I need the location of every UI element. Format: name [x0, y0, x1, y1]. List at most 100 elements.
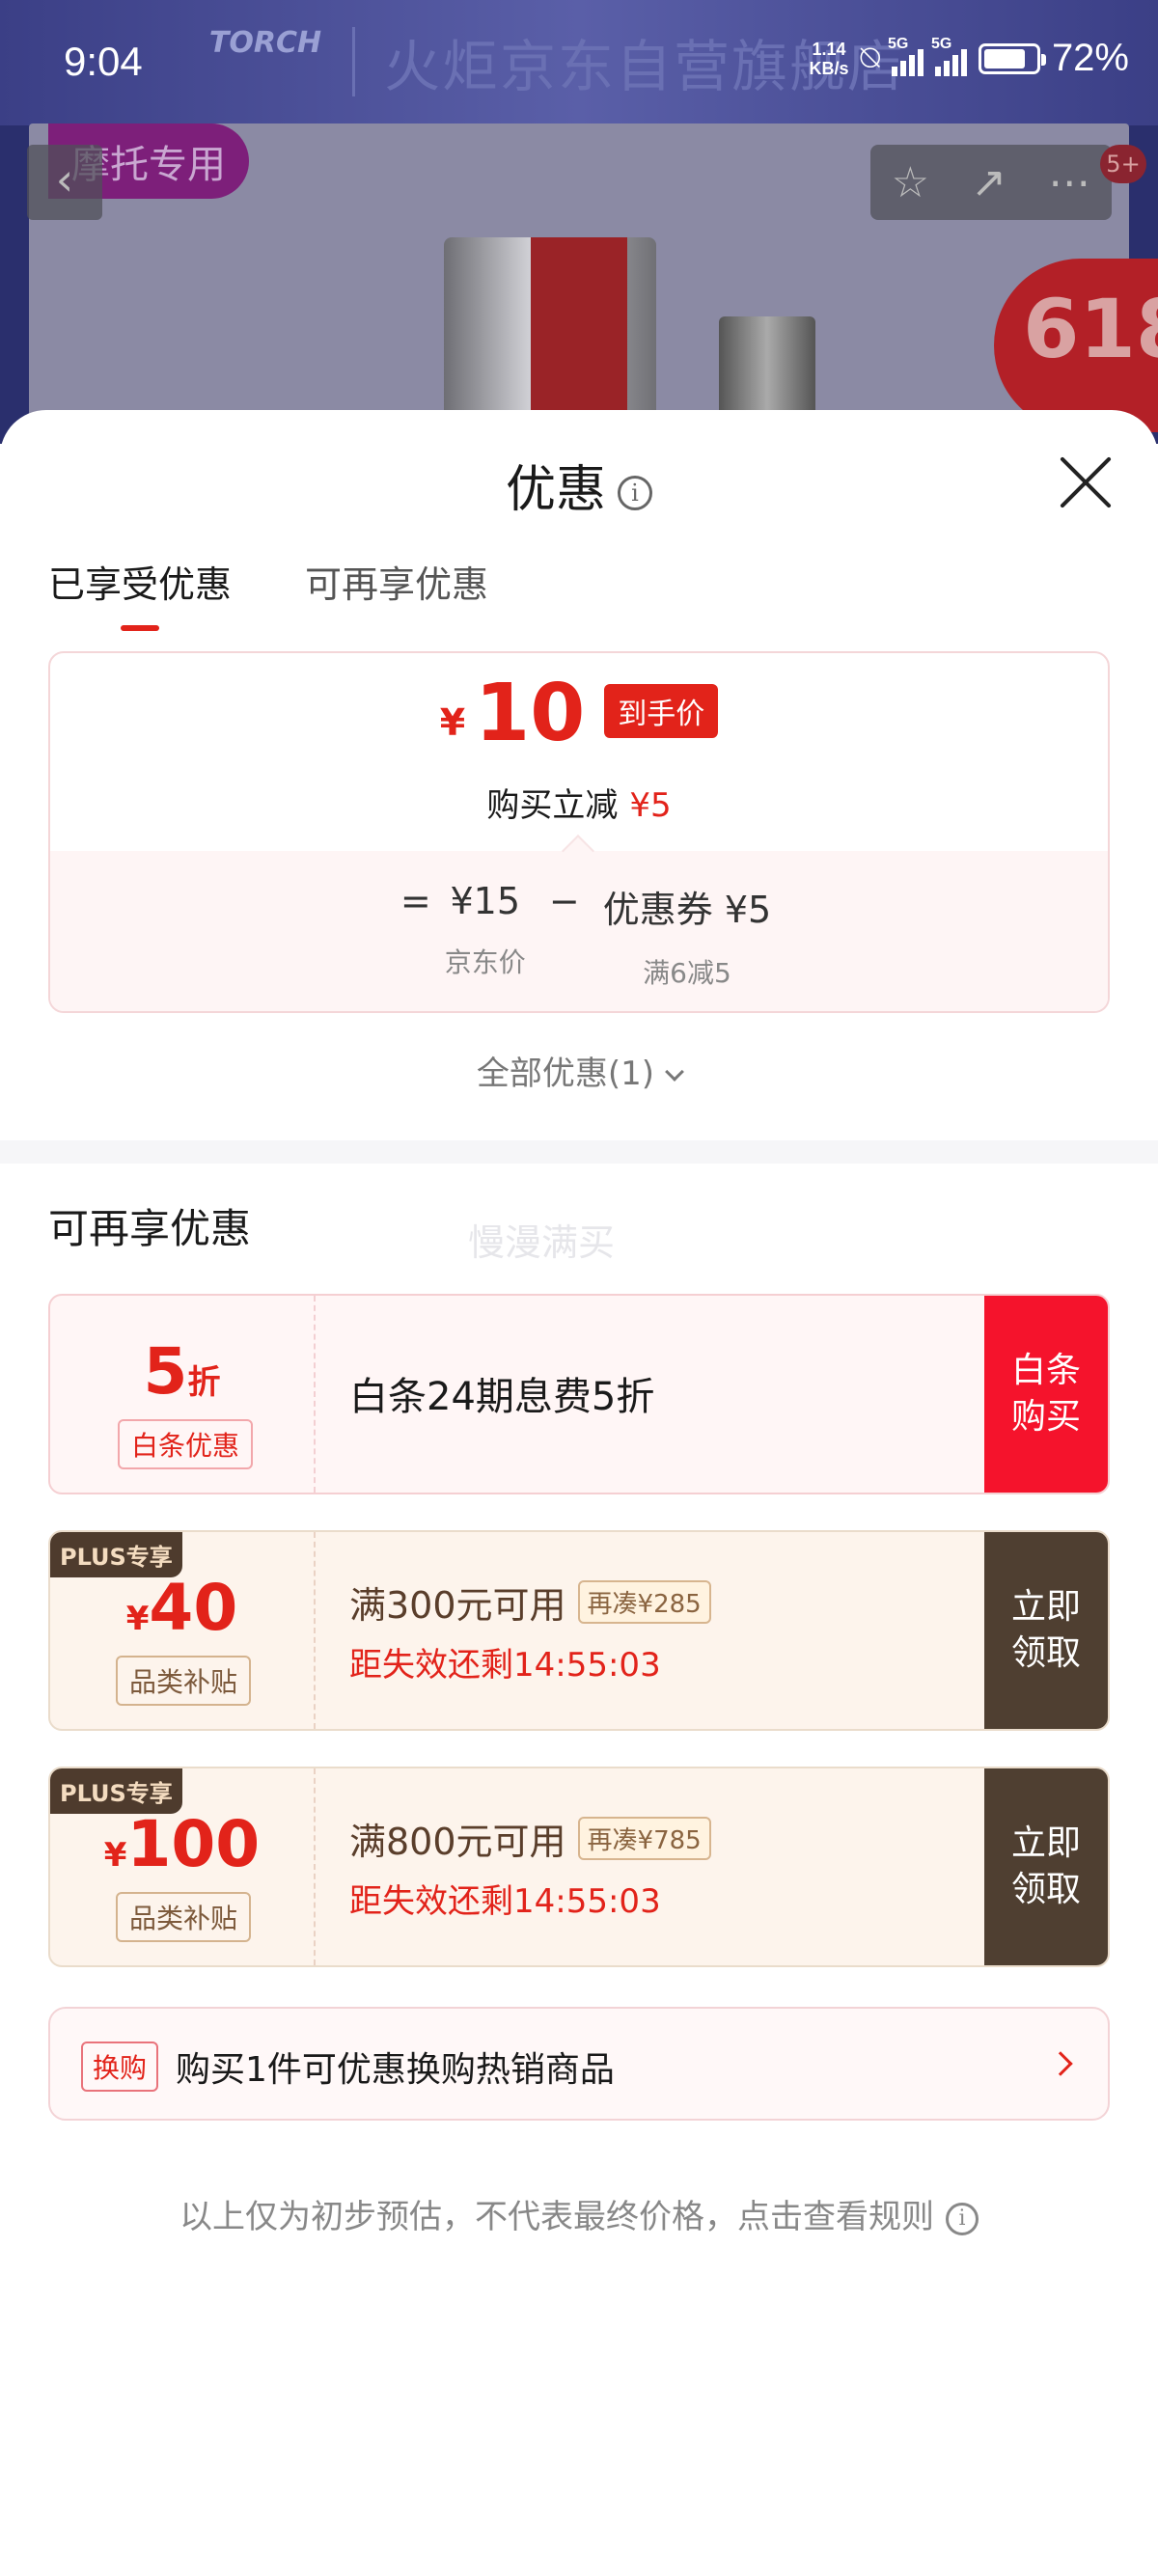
- final-price-line: ¥ 10 到手价: [50, 672, 1108, 755]
- footnote-text: 以上仅为初步预估，不代表最终价格，点击查看规则: [179, 2198, 934, 2236]
- network-speed-value: 1.14: [812, 39, 846, 59]
- button-label-line2: 领取: [1010, 1633, 1081, 1673]
- chevron-right-icon: [1048, 2051, 1073, 2076]
- exchange-text: 购买1件可优惠换购热销商品: [176, 2050, 615, 2090]
- coupon-amount-number: 100: [126, 1807, 261, 1881]
- final-price: 10: [475, 668, 586, 759]
- coupon-condition: 满800元可用: [349, 1821, 566, 1863]
- coupon-type-pill: 品类补贴: [116, 1656, 252, 1706]
- discount-sheet: 优惠 i 已享受优惠 可再享优惠 ¥ 10 到手价 购买立减 ¥5 = ¥15 京东…: [0, 410, 1158, 2576]
- close-icon[interactable]: [1057, 453, 1115, 511]
- share-icon[interactable]: ↗: [971, 158, 1006, 207]
- claim-coupon-button[interactable]: 立即 领取: [984, 1768, 1108, 1965]
- button-label-line1: 白条: [1010, 1351, 1081, 1390]
- coupon-card-plus-40: PLUS专享 ¥40 品类补贴 满300元可用 再凑¥285 距失效还剩14:5…: [48, 1530, 1110, 1731]
- back-button[interactable]: ‹: [27, 145, 102, 220]
- final-price-tag: 到手价: [604, 684, 719, 738]
- jd-price-caption: 京东价: [444, 946, 526, 978]
- coupon-amount: ¥40: [50, 1571, 314, 1645]
- all-promos-toggle[interactable]: 全部优惠(1): [0, 1047, 1158, 1094]
- status-time: 9:04: [64, 39, 143, 84]
- spark-plug-box-image: [444, 237, 656, 430]
- chevron-left-icon: ‹: [55, 153, 74, 206]
- status-icons: 1.14 KB/s ⍉ 5G 5G 72%: [810, 36, 1129, 80]
- tab-more-available[interactable]: 可再享优惠: [305, 555, 488, 631]
- coupon-card-baitiao: 5折 白条优惠 白条24期息费5折 白条 购买: [48, 1294, 1110, 1494]
- coupon-amount: 5折: [50, 1334, 314, 1409]
- coupon-type-pill: 品类补贴: [116, 1892, 252, 1942]
- coupon-need-more: 再凑¥285: [577, 1580, 711, 1624]
- signal-type-label: 5G: [887, 35, 909, 52]
- price-formula: = ¥15 京东价 − 优惠券 ¥5 满6减5: [50, 880, 1108, 991]
- equals-sign: =: [400, 880, 431, 922]
- sheet-title: 优惠 i: [0, 449, 1158, 521]
- coupon-countdown: 距失效还剩14:55:03: [349, 1882, 661, 1921]
- coupon-amount: 优惠券 ¥5: [602, 889, 772, 931]
- tab-enjoyed[interactable]: 已享受优惠: [48, 555, 232, 631]
- currency-symbol: ¥: [439, 701, 466, 744]
- coupon-condition-line: 满300元可用 再凑¥285: [349, 1576, 711, 1629]
- signal-type-label: 5G: [930, 35, 952, 52]
- jd-price: ¥15: [450, 880, 521, 922]
- discount-tabs: 已享受优惠 可再享优惠: [48, 555, 488, 631]
- coupon-info: 满300元可用 再凑¥285 距失效还剩14:55:03: [349, 1532, 986, 1729]
- button-label-line1: 立即: [1010, 1823, 1081, 1863]
- discount-summary: 购买立减 ¥5: [50, 779, 1108, 826]
- rules-footnote[interactable]: 以上仅为初步预估，不代表最终价格，点击查看规则 i: [0, 2190, 1158, 2237]
- button-label-line1: 立即: [1010, 1587, 1081, 1627]
- coupon-type-pill: 白条优惠: [118, 1419, 254, 1469]
- button-label-line2: 领取: [1010, 1870, 1081, 1909]
- top-toolbar: ☆ ↗ ⋯: [870, 145, 1112, 220]
- section-divider: [0, 1140, 1158, 1164]
- all-promos-label: 全部优惠(1): [476, 1055, 655, 1093]
- coupon-currency: ¥: [125, 1600, 150, 1638]
- baitiao-buy-button[interactable]: 白条 购买: [984, 1296, 1108, 1493]
- network-speed-unit: KB/s: [809, 58, 849, 78]
- alarm-off-icon: ⍉: [860, 40, 880, 76]
- watermark: 慢漫满买: [468, 1221, 616, 1264]
- coupon-description: 白条24期息费5折: [349, 1375, 655, 1419]
- info-icon[interactable]: i: [618, 476, 652, 510]
- coupon-info: 满800元可用 再凑¥785 距失效还剩14:55:03: [349, 1768, 986, 1965]
- coupon-amount: ¥100: [50, 1807, 314, 1881]
- coupon-value: 5折 白条优惠: [50, 1296, 316, 1493]
- coupon-col: 优惠券 ¥5 满6减5: [603, 880, 771, 991]
- chevron-down-icon: [665, 1062, 684, 1082]
- coupon-value: ¥40 品类补贴: [50, 1532, 316, 1729]
- discount-amount: ¥5: [629, 786, 672, 825]
- coupon-need-more: 再凑¥785: [577, 1817, 711, 1860]
- coupon-amount-number: 40: [149, 1571, 238, 1645]
- exchange-tag: 换购: [81, 2042, 159, 2092]
- coupon-caption: 满6减5: [643, 957, 731, 989]
- coupon-info: 白条24期息费5折: [349, 1296, 986, 1493]
- price-summary-card: ¥ 10 到手价 购买立减 ¥5 = ¥15 京东价 − 优惠券 ¥5 满6减5: [48, 651, 1110, 1013]
- coupon-amount-number: 5: [143, 1334, 188, 1409]
- signal-icon: 5G: [931, 36, 967, 76]
- coupon-currency: ¥: [103, 1836, 127, 1875]
- status-bar: 9:04 1.14 KB/s ⍉ 5G 5G 72%: [0, 0, 1158, 125]
- minus-sign: −: [548, 880, 580, 922]
- notification-badge: 5+: [1100, 145, 1146, 183]
- exchange-offer-row[interactable]: 换购 购买1件可优惠换购热销商品: [48, 2007, 1110, 2121]
- section-title: 可再享优惠: [48, 1205, 252, 1252]
- network-speed: 1.14 KB/s: [810, 40, 849, 78]
- final-price-area: ¥ 10 到手价 购买立减 ¥5: [50, 653, 1108, 851]
- coupon-condition-line: 满800元可用 再凑¥785: [349, 1812, 711, 1865]
- price-breakdown: = ¥15 京东价 − 优惠券 ¥5 满6减5: [50, 851, 1108, 1011]
- discount-label: 购买立减: [486, 786, 619, 825]
- coupon-amount-unit: 折: [187, 1363, 221, 1402]
- battery-percent: 72%: [1051, 37, 1129, 79]
- battery-icon: [978, 42, 1046, 74]
- info-icon: i: [946, 2202, 979, 2235]
- button-label-line2: 购买: [1010, 1397, 1081, 1437]
- star-icon[interactable]: ☆: [892, 158, 929, 207]
- jd-price-col: ¥15 京东价: [445, 880, 526, 991]
- coupon-countdown: 距失效还剩14:55:03: [349, 1646, 661, 1685]
- signal-icon: 5G: [888, 36, 924, 76]
- promo-badge: 618: [994, 259, 1158, 432]
- coupon-condition: 满300元可用: [349, 1584, 566, 1627]
- claim-coupon-button[interactable]: 立即 领取: [984, 1532, 1108, 1729]
- sheet-title-text: 优惠: [505, 461, 606, 519]
- more-icon[interactable]: ⋯: [1048, 158, 1090, 207]
- coupon-card-plus-100: PLUS专享 ¥100 品类补贴 满800元可用 再凑¥785 距失效还剩14:…: [48, 1767, 1110, 1967]
